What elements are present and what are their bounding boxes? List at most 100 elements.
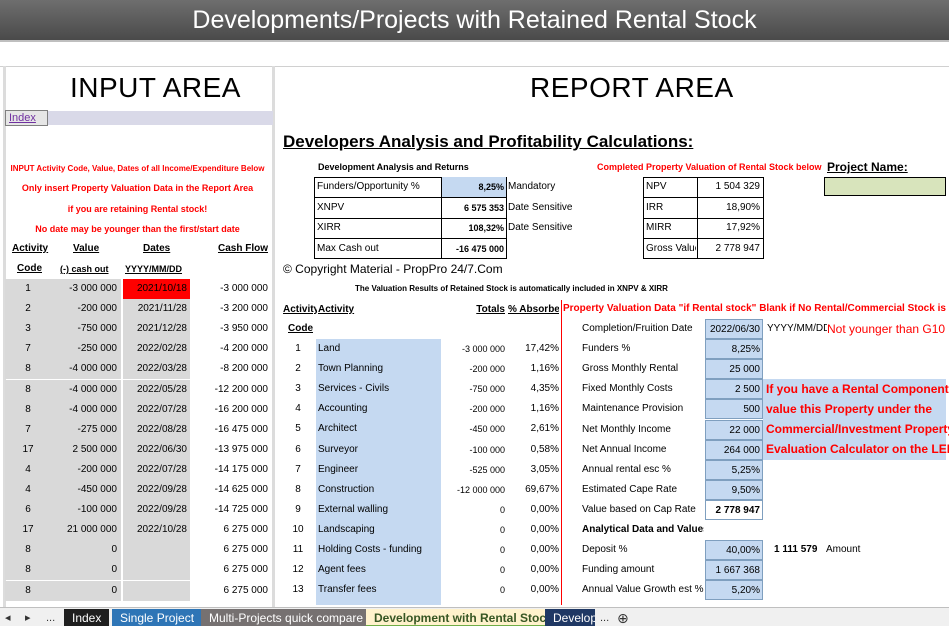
tab-index[interactable]: Index — [64, 609, 110, 626]
activity-absorbed: 0,00% — [530, 544, 559, 555]
input-value-cell[interactable]: -4 000 000 — [51, 379, 121, 400]
prop-val-input[interactable]: 9,50% — [705, 479, 763, 500]
tab-scroll-right-icon[interactable]: ▸ — [25, 609, 31, 626]
input-date-cell[interactable]: 2022/09/28 — [123, 500, 190, 521]
activity-absorbed: 0,00% — [530, 523, 559, 535]
tab-scroll-left-icon[interactable]: ◂ — [5, 609, 11, 626]
input-code-cell[interactable]: 8 — [5, 540, 51, 561]
tab-multi-projects[interactable]: Multi-Projects quick compare — [201, 609, 372, 626]
input-value-cell[interactable]: 0 — [51, 540, 121, 561]
input-code-cell[interactable]: 17 — [5, 520, 51, 541]
input-cashflow-cell: -16 475 000 — [214, 423, 268, 435]
input-code-cell[interactable]: 8 — [5, 560, 51, 581]
prop-val-input[interactable]: 2 778 947 — [705, 499, 763, 520]
input-code-cell[interactable]: 1 — [5, 279, 51, 299]
input-date-cell[interactable]: 2022/03/28 — [123, 359, 190, 380]
input-date-cell[interactable] — [123, 560, 190, 581]
activity-total: -12 000 000 — [456, 484, 505, 495]
prop-val-input[interactable]: 1 667 368 — [705, 560, 763, 581]
input-code-cell[interactable]: 4 — [5, 459, 51, 480]
input-header-date-format: YYYY/MM/DD — [125, 264, 183, 274]
input-date-cell[interactable] — [123, 580, 190, 601]
completed-label: MIRR — [646, 222, 672, 233]
input-value-cell[interactable]: -200 000 — [51, 459, 121, 480]
report-area-title: REPORT AREA — [530, 72, 734, 103]
input-date-cell[interactable]: 2021/12/28 — [123, 319, 190, 340]
tab-single-project[interactable]: Single Project — [112, 609, 203, 626]
input-code-cell[interactable]: 6 — [5, 500, 51, 521]
date-format-hint: YYYY/MM/DD — [767, 323, 827, 334]
input-date-cell[interactable]: 2022/05/28 — [123, 379, 190, 400]
input-date-cell[interactable]: 2022/07/28 — [123, 399, 190, 420]
input-date-cell[interactable]: 2022/08/28 — [123, 419, 190, 440]
input-date-cell[interactable]: 2022/02/28 — [123, 339, 190, 360]
prop-val-input[interactable]: 8,25% — [705, 339, 763, 360]
input-date-cell[interactable] — [123, 540, 190, 561]
input-value-cell[interactable]: 2 500 000 — [51, 439, 121, 460]
input-value-cell[interactable]: -4 000 000 — [51, 359, 121, 380]
input-header-activity: Activity — [12, 243, 49, 254]
prop-val-input[interactable]: 500 — [705, 399, 763, 420]
prop-val-label: Net Annual Income — [582, 443, 667, 455]
input-code-cell[interactable]: 3 — [5, 319, 51, 340]
prop-val-input[interactable]: 40,00% — [705, 540, 763, 561]
input-code-cell[interactable]: 4 — [5, 480, 51, 500]
prop-val-input[interactable]: 5,25% — [705, 459, 763, 480]
deposit-amount-label: Amount — [826, 544, 861, 555]
prop-val-input[interactable]: 25 000 — [705, 359, 763, 380]
input-date-cell[interactable]: 2021/10/18 — [123, 279, 190, 299]
input-value-cell[interactable]: -4 000 000 — [51, 399, 121, 420]
input-value-cell[interactable]: 0 — [51, 580, 121, 601]
input-code-cell[interactable]: 8 — [5, 580, 51, 601]
input-code-cell[interactable]: 8 — [5, 399, 51, 420]
activity-name: Holding Costs - funding — [318, 544, 422, 555]
input-value-cell[interactable]: -275 000 — [51, 419, 121, 440]
prop-val-label: Completion/Fruition Date — [582, 323, 693, 334]
prop-val-input[interactable]: 2022/06/30 — [705, 319, 763, 339]
dev-analysis-value: 6 575 353 — [463, 202, 504, 213]
activity-code: 10 — [292, 523, 304, 535]
input-code-cell[interactable]: 2 — [5, 299, 51, 320]
report-heading: Developers Analysis and Profitability Ca… — [283, 132, 694, 151]
input-area-title: INPUT AREA — [70, 72, 241, 103]
activity-header-absorbed: % Absorbed — [508, 304, 559, 315]
input-value-cell[interactable]: -200 000 — [51, 299, 121, 320]
tab-overflow-left[interactable]: ... — [46, 609, 55, 626]
prop-val-input[interactable]: 2 500 — [705, 379, 763, 400]
input-value-cell[interactable]: -450 000 — [51, 480, 121, 500]
input-date-cell[interactable]: 2022/09/28 — [123, 480, 190, 500]
input-value-cell[interactable]: 0 — [51, 560, 121, 581]
input-value-cell[interactable]: 21 000 000 — [51, 520, 121, 541]
input-value-cell[interactable]: -3 000 000 — [51, 279, 121, 299]
input-code-cell[interactable]: 17 — [5, 439, 51, 460]
prop-val-input[interactable]: 5,20% — [705, 580, 763, 601]
prop-val-input[interactable]: 22 000 — [705, 419, 763, 440]
activity-absorbed: 17,42% — [525, 343, 559, 354]
activity-absorbed: 3,05% — [530, 463, 559, 475]
tab-overflow-right[interactable]: ... — [600, 609, 609, 626]
add-sheet-icon[interactable]: ⊕ — [617, 609, 629, 626]
activity-absorbed: 0,00% — [530, 564, 559, 576]
index-link[interactable]: Index — [5, 110, 48, 126]
input-code-cell[interactable]: 8 — [5, 379, 51, 400]
input-date-cell[interactable]: 2022/07/28 — [123, 459, 190, 480]
rental-note-line: value this Property under the — [766, 402, 933, 416]
input-value-cell[interactable]: -750 000 — [51, 319, 121, 340]
prop-val-label: Analytical Data and Values — [582, 524, 704, 535]
input-code-cell[interactable]: 7 — [5, 419, 51, 440]
input-header-value: Value — [73, 243, 100, 254]
project-name-input[interactable] — [824, 177, 946, 196]
input-value-cell[interactable]: -100 000 — [51, 500, 121, 521]
tab-develop[interactable]: Develop — [545, 609, 595, 626]
input-code-cell[interactable]: 7 — [5, 339, 51, 360]
input-date-cell[interactable]: 2022/10/28 — [123, 520, 190, 541]
prop-val-input[interactable]: 264 000 — [705, 439, 763, 460]
input-date-cell[interactable]: 2022/06/30 — [123, 439, 190, 460]
input-code-cell[interactable]: 8 — [5, 359, 51, 380]
input-date-cell[interactable]: 2021/11/28 — [123, 299, 190, 320]
input-value-cell[interactable]: -250 000 — [51, 339, 121, 360]
activity-absorbed: 1,16% — [530, 363, 559, 375]
dev-analysis-value: 8,25% — [441, 177, 506, 197]
activity-absorbed: 2,61% — [530, 423, 559, 435]
tab-development-rental-stock[interactable]: Development with Rental Stock — [366, 609, 561, 626]
